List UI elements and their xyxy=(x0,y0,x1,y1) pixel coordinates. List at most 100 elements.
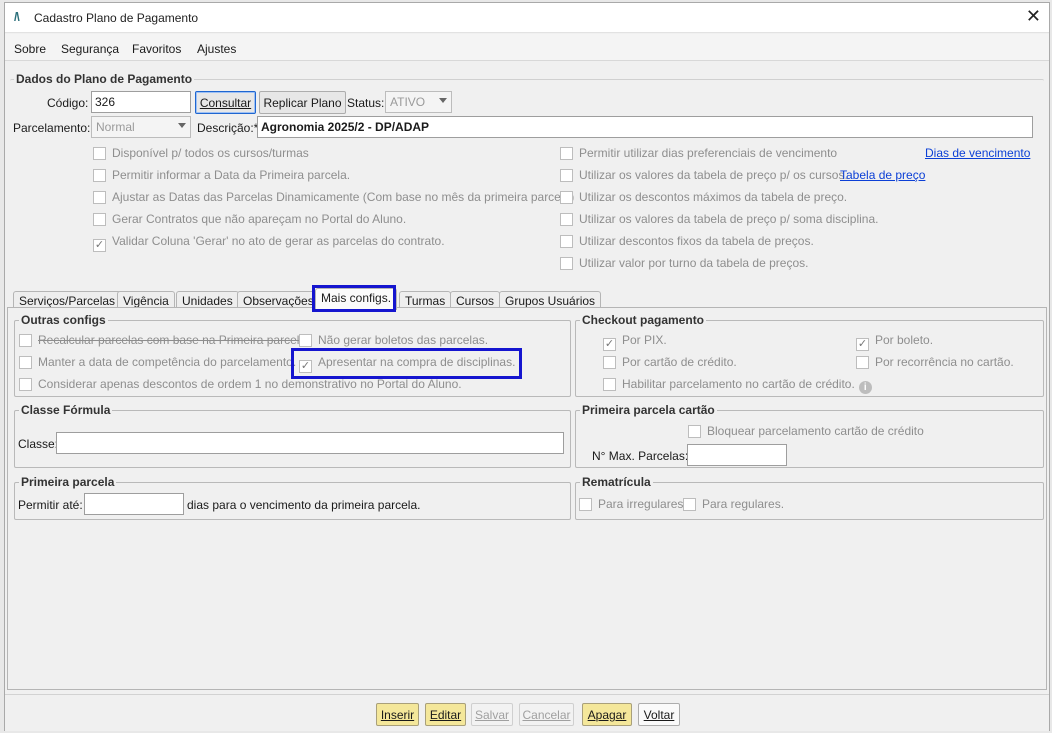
main-window: /\ Cadastro Plano de Pagamento ✕ Sobre S… xyxy=(4,2,1050,731)
primeira-parcela-cartao-title: Primeira parcela cartão xyxy=(580,403,717,417)
close-icon[interactable]: ✕ xyxy=(1026,6,1041,27)
menu-bar: Sobre Segurança Favoritos Ajustes xyxy=(5,34,1049,61)
check-nao-gerar-boletos[interactable]: Não gerar boletos das parcelas. xyxy=(299,333,488,349)
checkbox[interactable] xyxy=(603,378,616,391)
check-irregulares[interactable]: Para irregulares. xyxy=(579,497,687,513)
menu-favoritos[interactable]: Favoritos xyxy=(132,42,181,56)
outras-configs-group: Outras configs Recalcular parcelas com b… xyxy=(14,313,571,397)
footer-toolbar: Inserir Editar Salvar Cancelar Apagar Vo… xyxy=(5,694,1049,731)
check-label: Por recorrência no cartão. xyxy=(875,355,1014,369)
codigo-field[interactable]: 326 xyxy=(91,91,191,113)
permitir-ate-field[interactable] xyxy=(84,493,184,515)
rematricula-group: Rematrícula Para irregulares. Para regul… xyxy=(575,475,1044,520)
check-label: Utilizar os valores da tabela de preço p… xyxy=(579,212,879,226)
consultar-label: Consultar xyxy=(199,96,252,110)
check-descontos-fixos[interactable]: Utilizar descontos fixos da tabela de pr… xyxy=(560,234,814,250)
checkbox[interactable] xyxy=(560,213,573,226)
window-title: Cadastro Plano de Pagamento xyxy=(34,11,199,25)
checkbox[interactable] xyxy=(93,147,106,160)
checkbox[interactable] xyxy=(93,169,106,182)
descricao-field[interactable]: Agronomia 2025/2 - DP/ADAP xyxy=(257,116,1033,138)
checkbox[interactable] xyxy=(683,498,696,511)
check-label: Recalcular parcelas com base na Primeira… xyxy=(38,333,310,347)
checkbox[interactable] xyxy=(299,334,312,347)
check-considerar-descontos[interactable]: Considerar apenas descontos de ordem 1 n… xyxy=(19,377,462,393)
checkbox[interactable] xyxy=(603,356,616,369)
check-habilitar-parcelamento[interactable]: Habilitar parcelamento no cartão de créd… xyxy=(603,377,872,394)
apagar-button[interactable]: Apagar xyxy=(582,703,632,726)
checkbox-checked[interactable]: ✓ xyxy=(603,338,616,351)
checkbox-checked[interactable]: ✓ xyxy=(93,239,106,252)
check-apresentar-disciplinas[interactable]: ✓ Apresentar na compra de disciplinas. xyxy=(299,355,515,373)
menu-ajustes[interactable]: Ajustes xyxy=(197,42,236,56)
check-gerar-contratos[interactable]: Gerar Contratos que não apareçam no Port… xyxy=(93,212,406,228)
check-bloquear-parcelamento[interactable]: Bloquear parcelamento cartão de crédito xyxy=(688,424,924,440)
check-valor-turno[interactable]: Utilizar valor por turno da tabela de pr… xyxy=(560,256,808,272)
salvar-button[interactable]: Salvar xyxy=(471,703,513,726)
checkbox[interactable] xyxy=(560,147,573,160)
apagar-label: Apagar xyxy=(587,708,627,722)
tabela-preco-link[interactable]: Tabela de preço xyxy=(840,168,925,182)
replicar-plano-button[interactable]: Replicar Plano xyxy=(259,91,346,114)
checkout-group: Checkout pagamento ✓ Por PIX. ✓ Por boleto… xyxy=(575,313,1044,397)
check-recorrencia[interactable]: Por recorrência no cartão. xyxy=(856,355,1014,371)
check-permitir-data[interactable]: Permitir informar a Data da Primeira par… xyxy=(93,168,350,184)
checkbox[interactable] xyxy=(19,356,32,369)
chevron-down-icon xyxy=(178,123,186,128)
check-soma-disciplina[interactable]: Utilizar os valores da tabela de preço p… xyxy=(560,212,878,228)
check-recalcular[interactable]: Recalcular parcelas com base na Primeira… xyxy=(19,333,309,349)
checkbox[interactable] xyxy=(19,378,32,391)
tab-mais-configs[interactable]: Mais configs. xyxy=(315,288,398,310)
check-label: Ajustar as Datas das Parcelas Dinamicame… xyxy=(112,190,575,204)
checkbox[interactable] xyxy=(93,213,106,226)
checkbox[interactable] xyxy=(856,356,869,369)
check-ajustar-datas[interactable]: Ajustar as Datas das Parcelas Dinamicame… xyxy=(93,190,574,206)
checkbox[interactable] xyxy=(560,191,573,204)
check-descontos-maximos[interactable]: Utilizar os descontos máximos da tabela … xyxy=(560,190,847,206)
check-pix[interactable]: ✓ Por PIX. xyxy=(603,333,667,351)
check-label: Manter a data de competência do parcelam… xyxy=(38,355,297,369)
checkbox[interactable] xyxy=(93,191,106,204)
checkbox[interactable] xyxy=(560,257,573,270)
menu-seguranca[interactable]: Segurança xyxy=(61,42,119,56)
check-label: Gerar Contratos que não apareçam no Port… xyxy=(112,212,407,226)
checkbox-checked[interactable]: ✓ xyxy=(299,360,312,373)
max-parcelas-field[interactable] xyxy=(687,444,787,466)
info-icon[interactable]: i xyxy=(858,381,872,394)
check-cartao[interactable]: Por cartão de crédito. xyxy=(603,355,737,371)
check-boleto[interactable]: ✓ Por boleto. xyxy=(856,333,933,351)
checkbox-checked[interactable]: ✓ xyxy=(856,338,869,351)
primeira-parcela-cartao-group: Primeira parcela cartão Bloquear parcela… xyxy=(575,403,1044,468)
classe-field[interactable] xyxy=(56,432,564,454)
check-manter-data[interactable]: Manter a data de competência do parcelam… xyxy=(19,355,296,371)
inserir-button[interactable]: Inserir xyxy=(376,703,419,726)
checkbox[interactable] xyxy=(688,425,701,438)
check-label: Por PIX. xyxy=(622,333,667,347)
classe-formula-group: Classe Fórmula Classe: xyxy=(14,403,571,468)
checkbox[interactable] xyxy=(560,169,573,182)
checkbox[interactable] xyxy=(19,334,32,347)
tab-panel-mais-configs: Outras configs Recalcular parcelas com b… xyxy=(7,307,1047,690)
check-label: Para irregulares. xyxy=(598,497,687,511)
dias-vencimento-link[interactable]: Dias de vencimento xyxy=(925,146,1030,160)
editar-label: Editar xyxy=(429,708,462,722)
primeira-parcela-title: Primeira parcela xyxy=(19,475,117,489)
check-dias-preferenciais[interactable]: Permitir utilizar dias preferenciais de … xyxy=(560,146,837,162)
voltar-button[interactable]: Voltar xyxy=(638,703,680,726)
parcelamento-select[interactable]: Normal xyxy=(91,116,191,138)
status-select[interactable]: ATIVO xyxy=(385,91,452,113)
check-valores-cursos[interactable]: Utilizar os valores da tabela de preço p… xyxy=(560,168,848,184)
check-regulares[interactable]: Para regulares. xyxy=(683,497,784,513)
checkbox[interactable] xyxy=(560,235,573,248)
rematricula-title: Rematrícula xyxy=(580,475,653,489)
check-disponivel[interactable]: Disponível p/ todos os cursos/turmas xyxy=(93,146,309,162)
menu-sobre[interactable]: Sobre xyxy=(14,42,46,56)
cancelar-button[interactable]: Cancelar xyxy=(519,703,574,726)
check-validar-coluna[interactable]: ✓ Validar Coluna 'Gerar' no ato de gerar … xyxy=(93,234,445,252)
check-label: Utilizar descontos fixos da tabela de pr… xyxy=(579,234,814,248)
editar-button[interactable]: Editar xyxy=(425,703,466,726)
consultar-button[interactable]: Consultar xyxy=(195,91,256,114)
status-value: ATIVO xyxy=(390,95,426,109)
checkbox[interactable] xyxy=(579,498,592,511)
check-label: Habilitar parcelamento no cartão de créd… xyxy=(622,377,855,391)
